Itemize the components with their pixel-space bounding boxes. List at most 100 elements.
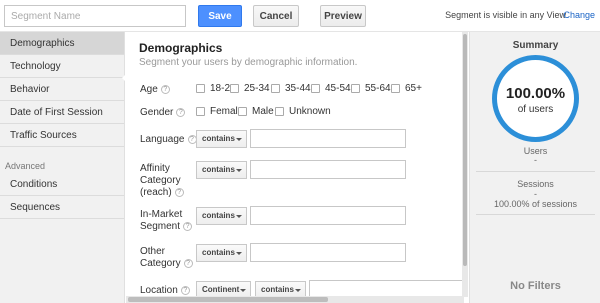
help-icon[interactable]: ?: [176, 107, 186, 117]
other-category-value-input[interactable]: [250, 243, 406, 262]
checkbox-box[interactable]: [391, 84, 400, 93]
demographics-panel: Demographics Segment your users by demog…: [126, 32, 464, 297]
checkbox-label: 55-64: [365, 83, 391, 94]
summary-divider: [476, 214, 595, 215]
checkbox-box[interactable]: [275, 107, 284, 116]
select-value: contains: [202, 248, 235, 257]
sessions-label: Sessions: [517, 179, 554, 189]
age-35-44-checkbox[interactable]: 35-44: [271, 83, 311, 94]
segment-name-input[interactable]: [4, 5, 186, 27]
gender-unknown-checkbox[interactable]: Unknown: [275, 106, 331, 117]
panel-title: Demographics: [139, 41, 223, 55]
other-category-operator-select[interactable]: contains: [196, 244, 247, 262]
users-percentage: 100.00%: [505, 85, 566, 102]
users-value: -: [534, 155, 537, 165]
change-visibility-link[interactable]: Change: [563, 10, 595, 20]
select-value: contains: [261, 285, 294, 294]
help-icon[interactable]: ?: [174, 187, 184, 197]
affinity-operator-select[interactable]: contains: [196, 161, 247, 179]
checkbox-box[interactable]: [351, 84, 360, 93]
no-filters-text: No Filters: [510, 280, 561, 292]
age-65-plus-checkbox[interactable]: 65+: [391, 83, 422, 94]
sidebar-item-behavior[interactable]: Behavior: [0, 78, 124, 101]
help-icon[interactable]: ?: [183, 258, 193, 268]
location-operator-select[interactable]: contains: [255, 281, 306, 297]
checkbox-label: 45-54: [325, 83, 351, 94]
checkbox-box[interactable]: [196, 107, 205, 116]
checkbox-box[interactable]: [230, 84, 239, 93]
panel-subtitle: Segment your users by demographic inform…: [139, 57, 358, 68]
scrollbar-thumb[interactable]: [128, 297, 328, 302]
main-vertical-scrollbar[interactable]: [462, 32, 468, 297]
help-icon[interactable]: ?: [180, 285, 190, 295]
checkbox-label: 25-34: [244, 83, 270, 94]
checkbox-box[interactable]: [271, 84, 280, 93]
sidebar-item-technology[interactable]: Technology: [0, 55, 124, 78]
sidebar-item-conditions[interactable]: Conditions: [0, 173, 124, 196]
in-market-label-line: In-Market: [140, 209, 183, 220]
gender-label: Gender?: [140, 107, 186, 119]
chevron-down-icon: [236, 169, 242, 172]
other-category-label: Other Category?: [140, 246, 193, 270]
select-value: contains: [202, 134, 235, 143]
sessions-caption: 100.00% of sessions: [493, 199, 578, 209]
summary-title: Summary: [512, 40, 559, 51]
sidebar-item-date-of-first-session[interactable]: Date of First Session: [0, 101, 124, 124]
gender-label-text: Gender: [140, 107, 174, 118]
chevron-down-icon: [236, 252, 242, 255]
users-percentage-caption: of users: [517, 104, 554, 115]
age-label: Age?: [140, 84, 170, 96]
language-value-input[interactable]: [250, 129, 406, 148]
in-market-label: In-Market Segment?: [140, 209, 193, 233]
age-55-64-checkbox[interactable]: 55-64: [351, 83, 391, 94]
location-scope-select[interactable]: Continent: [196, 281, 251, 297]
segment-category-sidebar: Demographics Technology Behavior Date of…: [0, 32, 128, 303]
sessions-value: -: [534, 189, 537, 199]
sidebar-item-traffic-sources[interactable]: Traffic Sources: [0, 124, 124, 147]
help-icon[interactable]: ?: [183, 221, 193, 231]
checkbox-box[interactable]: [311, 84, 320, 93]
checkbox-box[interactable]: [238, 107, 247, 116]
chevron-down-icon: [236, 138, 242, 141]
affinity-label-line: Affinity: [140, 163, 170, 174]
preview-button[interactable]: Preview: [320, 5, 366, 27]
in-market-value-input[interactable]: [250, 206, 406, 225]
affinity-label-line: (reach): [140, 187, 172, 198]
language-operator-select[interactable]: contains: [196, 130, 247, 148]
advanced-heading: Advanced: [5, 161, 46, 171]
sidebar-item-demographics[interactable]: Demographics: [0, 32, 124, 55]
affinity-value-input[interactable]: [250, 160, 406, 179]
users-percentage-ring: 100.00% of users: [492, 55, 579, 142]
other-category-label-line: Other: [140, 246, 166, 257]
cancel-button[interactable]: Cancel: [253, 5, 299, 27]
segment-editor-toolbar: Save Cancel Preview Segment is visible i…: [0, 0, 600, 32]
affinity-label-line: Category: [140, 175, 181, 186]
checkbox-label: Male: [252, 106, 274, 117]
save-button[interactable]: Save: [198, 5, 242, 27]
gender-male-checkbox[interactable]: Male: [238, 106, 274, 117]
select-value: contains: [202, 165, 235, 174]
in-market-operator-select[interactable]: contains: [196, 207, 247, 225]
checkbox-label: Unknown: [289, 106, 331, 117]
main-horizontal-scrollbar[interactable]: [126, 296, 464, 303]
checkbox-box[interactable]: [196, 84, 205, 93]
gender-female-checkbox[interactable]: Female: [196, 106, 243, 117]
in-market-label-line: Segment: [140, 221, 181, 232]
chevron-down-icon: [240, 289, 246, 292]
help-icon[interactable]: ?: [160, 84, 170, 94]
chevron-down-icon: [236, 215, 242, 218]
location-value-input[interactable]: [309, 280, 464, 297]
summary-divider: [476, 171, 595, 172]
language-label: Language?: [140, 134, 197, 146]
location-label-text: Location: [140, 285, 178, 296]
visibility-note: Segment is visible in any View: [445, 10, 566, 20]
checkbox-label: 65+: [405, 83, 422, 94]
sidebar-item-sequences[interactable]: Sequences: [0, 196, 124, 219]
age-45-54-checkbox[interactable]: 45-54: [311, 83, 351, 94]
scrollbar-thumb[interactable]: [463, 34, 467, 266]
language-label-text: Language: [140, 134, 185, 145]
summary-panel: Summary 100.00% of users Users - Session…: [469, 32, 600, 303]
other-category-label-line: Category: [140, 258, 181, 269]
checkbox-label: 35-44: [285, 83, 311, 94]
age-25-34-checkbox[interactable]: 25-34: [230, 83, 270, 94]
